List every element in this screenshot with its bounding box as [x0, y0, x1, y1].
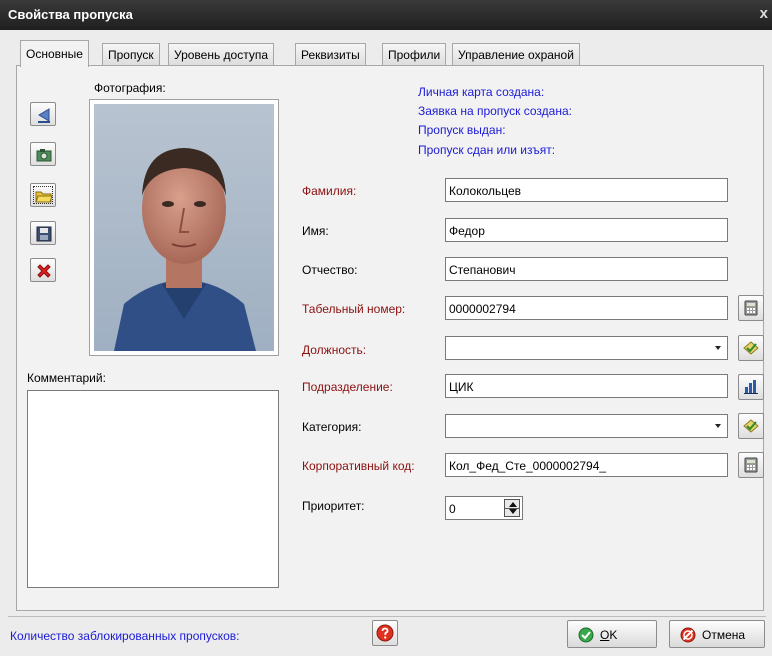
corporate-code-label: Корпоративный код: — [302, 459, 415, 473]
portrait-photo — [94, 104, 274, 351]
photo-label: Фотография: — [94, 81, 166, 95]
photo-frame — [89, 99, 279, 356]
department-pick-button[interactable] — [738, 374, 764, 400]
window-title: Свойства пропуска — [8, 7, 133, 22]
category-select[interactable] — [445, 414, 728, 438]
last-name-label: Фамилия: — [302, 184, 357, 198]
open-folder-icon — [35, 191, 53, 203]
chevron-down-icon — [715, 424, 721, 428]
delete-photo-button[interactable] — [30, 258, 56, 282]
status-pass-returned: Пропуск сдан или изъят: — [418, 143, 556, 157]
category-pick-button[interactable] — [738, 413, 764, 439]
tab-security-control[interactable]: Управление охраной — [452, 43, 580, 66]
employee-id-label: Табельный номер: — [302, 302, 406, 316]
tab-pass[interactable]: Пропуск — [102, 43, 160, 66]
comment-label: Комментарий: — [27, 371, 106, 385]
cancel-label: Отмена — [702, 628, 746, 642]
ok-label: OK — [600, 628, 618, 642]
open-photo-button[interactable] — [30, 183, 56, 207]
save-photo-button[interactable] — [30, 221, 56, 245]
cancel-button[interactable]: Отмена — [669, 620, 765, 648]
priority-spinner[interactable]: 0 — [445, 496, 523, 520]
last-name-input[interactable]: Колокольцев — [445, 178, 728, 202]
arrow-left-icon — [38, 108, 50, 123]
priority-value: 0 — [449, 502, 456, 516]
org-tree-icon — [744, 380, 758, 394]
tab-main[interactable]: Основные — [20, 40, 89, 67]
employee-id-generate-button[interactable] — [738, 295, 764, 321]
first-name-label: Имя: — [302, 224, 329, 238]
photo-back-button[interactable] — [30, 102, 56, 126]
calculator-icon — [744, 300, 758, 316]
pass-properties-dialog: Свойства пропуска x Основные Пропуск Уро… — [0, 0, 772, 656]
footer-separator — [8, 616, 766, 617]
cancel-circle-icon — [680, 627, 696, 643]
priority-label: Приоритет: — [302, 499, 365, 513]
position-select[interactable] — [445, 336, 728, 360]
chevron-down-icon — [715, 346, 721, 350]
department-input[interactable]: ЦИК — [445, 374, 728, 398]
save-disk-icon — [36, 226, 52, 242]
pick-list-icon — [743, 419, 759, 433]
first-name-input[interactable]: Федор — [445, 218, 728, 242]
corporate-code-input[interactable]: Кол_Фед_Сте_0000002794_ — [445, 453, 728, 477]
position-label: Должность: — [302, 343, 367, 357]
title-bar: Свойства пропуска x — [0, 0, 772, 30]
close-icon[interactable]: x — [760, 5, 768, 22]
patronymic-input[interactable]: Степанович — [445, 257, 728, 281]
pick-list-icon — [743, 341, 759, 355]
spinner-arrows-icon[interactable] — [504, 499, 520, 517]
status-card-created: Личная карта создана: — [418, 85, 545, 99]
capture-photo-button[interactable] — [30, 142, 56, 166]
delete-x-icon — [37, 264, 51, 278]
employee-id-input[interactable]: 0000002794 — [445, 296, 728, 320]
status-request-created: Заявка на пропуск создана: — [418, 104, 572, 118]
corporate-code-generate-button[interactable] — [738, 452, 764, 478]
status-pass-issued: Пропуск выдан: — [418, 123, 506, 137]
check-circle-icon — [578, 627, 594, 643]
department-label: Подразделение: — [302, 380, 393, 394]
tab-profiles[interactable]: Профили — [382, 43, 447, 66]
help-question-icon — [376, 624, 394, 642]
ok-button[interactable]: OK — [567, 620, 657, 648]
blocked-passes-info-button[interactable] — [372, 620, 398, 646]
tab-access-level[interactable]: Уровень доступа — [168, 43, 275, 66]
position-pick-button[interactable] — [738, 335, 764, 361]
comment-textarea[interactable] — [27, 390, 279, 588]
calculator-icon — [744, 457, 758, 473]
tab-requisites[interactable]: Реквизиты — [295, 43, 366, 66]
blocked-passes-label: Количество заблокированных пропусков: — [10, 629, 240, 643]
patronymic-label: Отчество: — [302, 263, 358, 277]
category-label: Категория: — [302, 420, 362, 434]
camera-icon — [36, 149, 52, 162]
